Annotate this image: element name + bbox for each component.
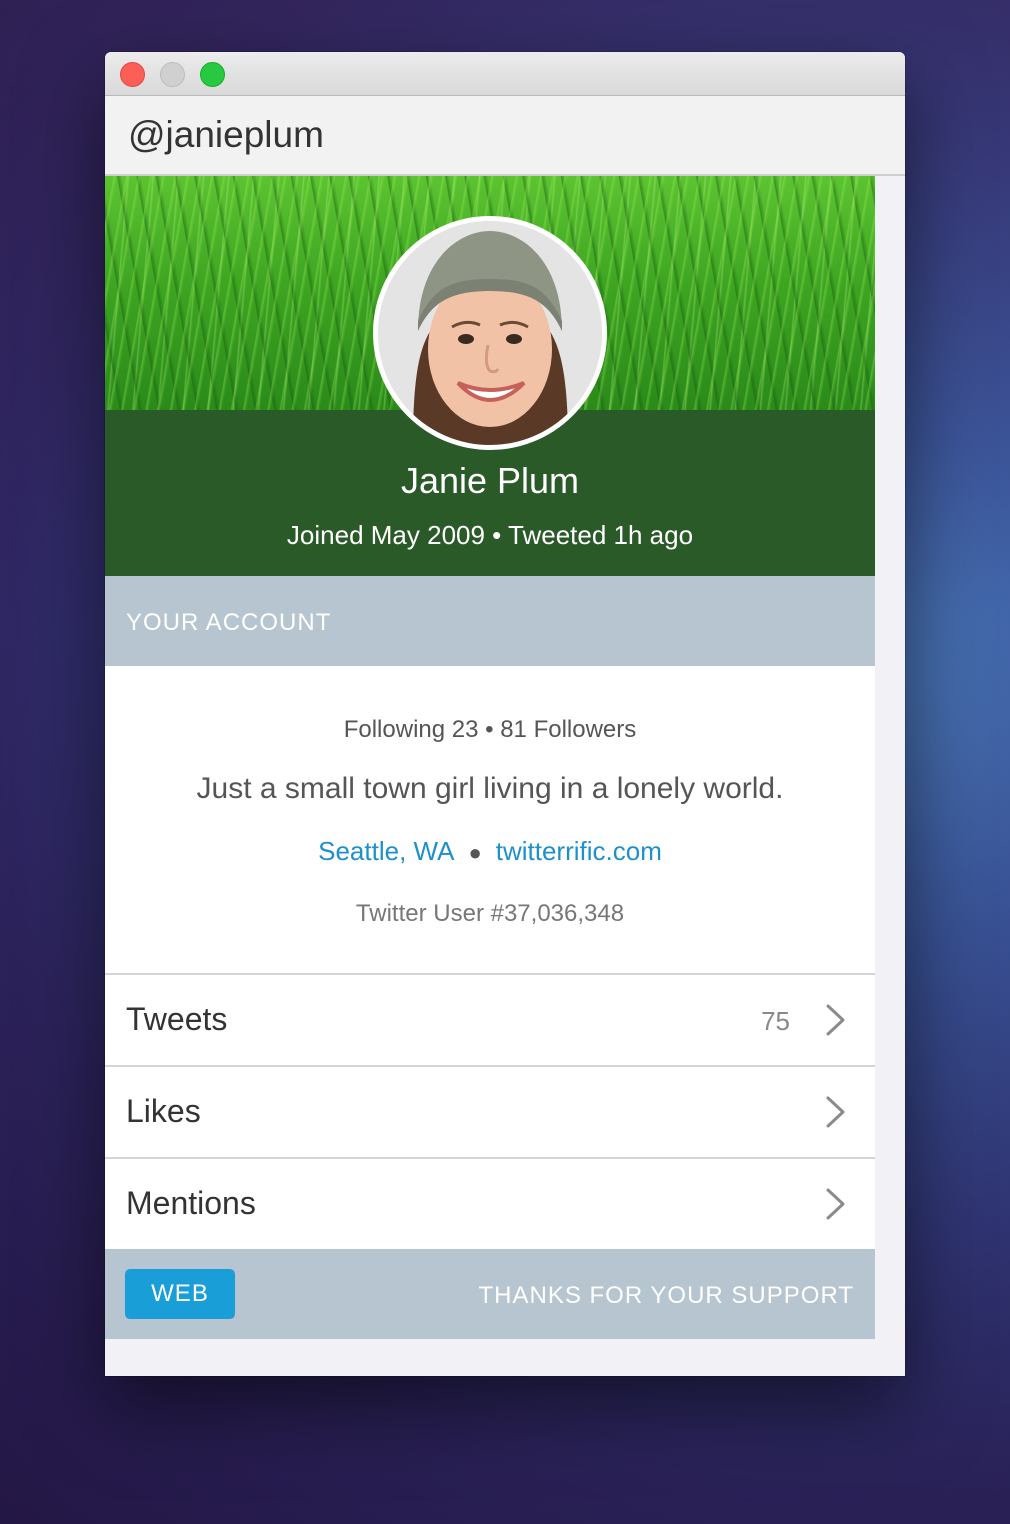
chevron-right-icon (826, 1004, 845, 1036)
dot-icon: ● (468, 840, 482, 865)
thanks-support-label: THANKS FOR YOUR SUPPORT (478, 1282, 854, 1309)
window-header: @janieplum (105, 96, 905, 176)
minimize-window-button[interactable] (160, 62, 185, 87)
scrollbar-track[interactable] (875, 176, 905, 1376)
maximize-window-button[interactable] (200, 62, 225, 87)
page-title: @janieplum (128, 114, 324, 155)
likes-row[interactable]: Likes (105, 1067, 875, 1159)
twitter-user-number: Twitter User #37,036,348 (355, 900, 625, 927)
mentions-row-label: Mentions (126, 1185, 256, 1221)
account-footer: WEB THANKS FOR YOUR SUPPORT (105, 1249, 875, 1339)
section-label: YOUR ACCOUNT (126, 609, 332, 636)
title-bar[interactable] (105, 52, 905, 96)
mentions-row[interactable]: Mentions (105, 1159, 875, 1249)
profile-window: @janieplum Janie Plum Joined May 2009 • … (105, 52, 905, 1376)
following-followers-count[interactable]: Following 23 • 81 Followers (105, 716, 875, 744)
profile-bio: Just a small town girl living in a lonel… (196, 772, 784, 805)
location-link[interactable]: Seattle, WA (318, 836, 454, 866)
tweets-count: 75 (761, 1006, 790, 1036)
tweets-row[interactable]: Tweets 75 (105, 975, 875, 1067)
profile-name: Janie Plum (400, 460, 580, 501)
website-link[interactable]: twitterrific.com (496, 836, 662, 866)
web-button[interactable]: WEB (125, 1269, 235, 1319)
chevron-right-icon (826, 1096, 845, 1128)
likes-row-label: Likes (126, 1093, 201, 1129)
avatar[interactable] (373, 216, 607, 450)
account-info: Following 23 • 81 Followers Just a small… (105, 666, 875, 975)
profile-links: Seattle, WA ● twitterrific.com (105, 836, 875, 867)
tweets-row-label: Tweets (126, 1001, 228, 1037)
profile-content: Janie Plum Joined May 2009 • Tweeted 1h … (105, 176, 875, 1376)
avatar-image (378, 221, 602, 445)
profile-joined-info: Joined May 2009 • Tweeted 1h ago (286, 520, 694, 550)
close-window-button[interactable] (120, 62, 145, 87)
section-header-your-account: YOUR ACCOUNT (105, 576, 875, 666)
chevron-right-icon (826, 1188, 845, 1220)
